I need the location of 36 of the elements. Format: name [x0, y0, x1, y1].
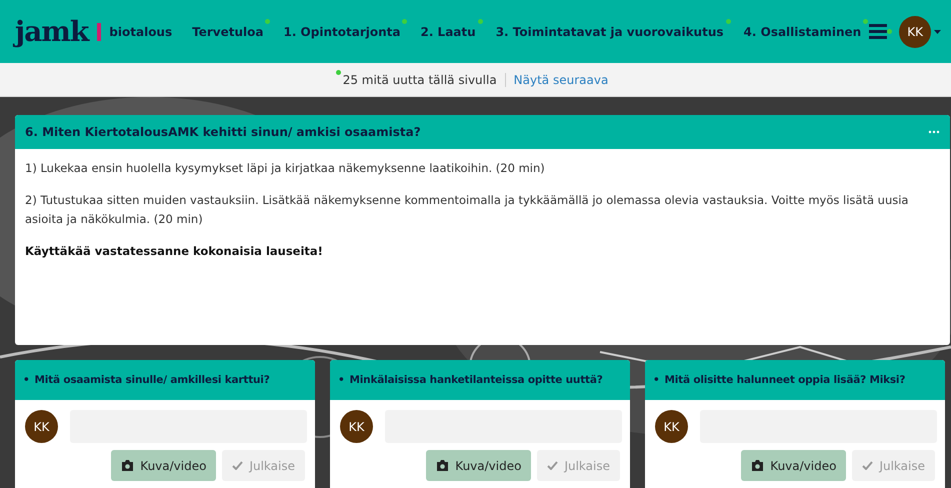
user-avatar[interactable]: KK: [899, 16, 932, 48]
user-avatar: KK: [655, 410, 688, 443]
instruction-text: 1) Lukekaa ensin huolella kysymykset läpi ja kirjatkaa näkemyksenne laatikoihin. (20 min): [25, 160, 546, 177]
column-title: Mitä osaamista sinulle/ amkillesi karttui?: [34, 374, 270, 386]
bullet-text: •: [653, 374, 660, 386]
show-next-link[interactable]: Näytä seuraava: [504, 72, 608, 86]
brand-name: biotalous: [109, 24, 172, 38]
instruction-text: Käyttäkää vastatessanne kokonaisia lauseita!: [25, 243, 324, 260]
check-icon: [232, 461, 244, 470]
media-button[interactable]: Kuva/video: [741, 450, 846, 481]
check-icon: [547, 461, 558, 470]
menu-icon[interactable]: [869, 24, 888, 39]
nav-link[interactable]: Tervetuloa: [192, 24, 264, 38]
camera-icon: [436, 460, 450, 471]
check-icon: [862, 461, 874, 470]
column-title: Mitä olisitte halunneet oppia lisää? Miksi?: [664, 374, 906, 386]
bullet-text: •: [338, 374, 345, 386]
bullet-text: •: [23, 374, 30, 386]
media-button[interactable]: Kuva/video: [426, 450, 532, 481]
nav-link[interactable]: 3. Toimintatavat ja vuorovaikutus: [496, 24, 724, 38]
camera-icon: [751, 460, 764, 471]
logo[interactable]: jamk: [15, 15, 88, 48]
nav-link[interactable]: 4. Osallistaminen: [744, 24, 862, 38]
caret-icon[interactable]: [934, 30, 941, 34]
camera-icon: [121, 460, 134, 471]
new-indicator-icon: [336, 70, 341, 74]
more-icon[interactable]: [928, 130, 940, 134]
instruction-text: 2) Tutustukaa sitten muiden vastauksiin. Lisätkää näkemyksenne kommentoimalla ja tykkäämällä jo olemassa olevia vastauksia. Voitte myös lisätä uusia asioita ja näkökulmia. (20 min): [25, 192, 910, 228]
user-avatar: KK: [25, 410, 58, 443]
user-avatar: KK: [340, 410, 373, 443]
nav-link[interactable]: 2. Laatu: [420, 24, 476, 38]
column-title: Minkälaisissa hanketilanteissa opitte uuttä?: [350, 374, 603, 386]
prompt-title: 6. Miten KiertotalousAMK kehitti sinun/ amkisi osaamista?: [25, 125, 421, 139]
new-count-text: 25 mitä uutta tällä sivulla: [342, 72, 497, 86]
media-button[interactable]: Kuva/video: [111, 450, 216, 481]
nav-link[interactable]: 1. Opintotarjonta: [283, 24, 400, 38]
